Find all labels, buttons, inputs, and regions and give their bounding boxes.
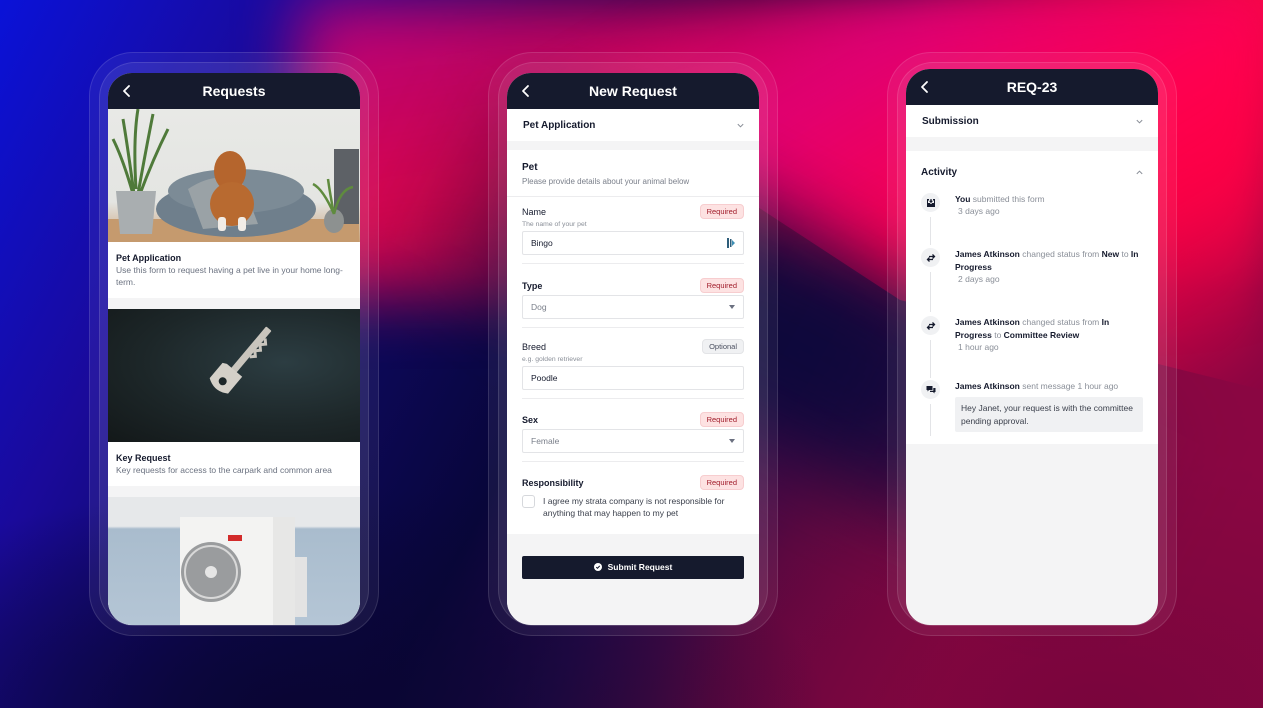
- form-type-label: Pet Application: [523, 119, 596, 131]
- chat-bubbles-icon: [921, 380, 940, 399]
- form-section-header: Pet Please provide details about your an…: [507, 150, 759, 197]
- card-title: Key Request: [116, 452, 171, 463]
- arrows-swap-icon: [921, 248, 940, 267]
- field-breed: Breed Optional e.g. golden retriever Poo…: [507, 328, 759, 399]
- select-value: Dog: [531, 302, 547, 312]
- field-sex: Sex Required Female: [507, 399, 759, 462]
- timeline-line: [930, 272, 931, 312]
- input-value: Bingo: [531, 238, 553, 248]
- caret-down-icon: [729, 439, 735, 443]
- submit-label: Submit Request: [607, 562, 673, 573]
- activity-text: James Atkinson changed status from New t…: [955, 249, 1139, 272]
- password-manager-icon[interactable]: [727, 238, 735, 248]
- field-responsibility: Responsibility Required I agree my strat…: [507, 462, 759, 534]
- phone-req-detail: REQ-23 Submission Activity You submitted…: [887, 52, 1177, 636]
- page-title: Requests: [202, 83, 266, 99]
- arrows-swap-icon: [921, 316, 940, 335]
- chevron-down-icon: [737, 123, 744, 128]
- phone-new-request: New Request Pet Application Pet Please p…: [488, 52, 778, 636]
- checkbox-label: I agree my strata company is not respons…: [543, 496, 725, 519]
- section-subtitle: Please provide details about your animal…: [522, 177, 690, 186]
- chevron-left-icon[interactable]: [519, 84, 533, 98]
- timeline-line: [930, 217, 931, 245]
- activity-item: James Atkinson sent message 1 hour ago H…: [921, 380, 1143, 436]
- activity-time: 3 days ago: [958, 205, 1000, 216]
- required-badge: Required: [699, 475, 744, 490]
- activity-time: 2 days ago: [958, 273, 1000, 284]
- activity-item: James Atkinson changed status from In Pr…: [921, 316, 1143, 380]
- activity-text: You submitted this form: [955, 194, 1045, 204]
- field-label: Type: [522, 280, 543, 291]
- new-request-screen: New Request Pet Application Pet Please p…: [507, 73, 759, 625]
- card-description: Use this form to request having a pet li…: [116, 265, 343, 287]
- top-bar: New Request: [507, 73, 759, 109]
- request-card-pet-application[interactable]: Pet Application Use this form to request…: [108, 109, 360, 298]
- submit-area: Submit Request: [507, 533, 759, 624]
- page-title: REQ-23: [1006, 79, 1058, 95]
- field-name: Name Required The name of your pet Bingo: [507, 197, 759, 264]
- inbox-download-icon: [921, 193, 940, 212]
- field-hint: The name of your pet: [522, 221, 587, 228]
- page-title: New Request: [589, 83, 677, 99]
- key-photo: [108, 308, 360, 442]
- requests-screen: Requests Pet Application Use this form t…: [108, 73, 360, 625]
- section-title: Pet: [522, 162, 538, 173]
- field-hint: e.g. golden retriever: [522, 356, 583, 363]
- field-label: Sex: [522, 414, 539, 425]
- field-label: Name: [522, 206, 547, 217]
- select-value: Female: [531, 436, 560, 446]
- air-conditioner-photo: [108, 496, 360, 625]
- request-card-air-conditioner[interactable]: [108, 496, 360, 625]
- required-badge: Required: [699, 278, 744, 293]
- optional-badge: Optional: [702, 339, 744, 354]
- chevron-up-icon: [1136, 169, 1143, 174]
- request-card-key-request[interactable]: Key Request Key requests for access to t…: [108, 308, 360, 486]
- card-title: Pet Application: [116, 253, 182, 263]
- check-circle-icon: [593, 563, 602, 572]
- activity-text: James Atkinson changed status from In Pr…: [955, 317, 1110, 340]
- card-description: Key requests for access to the carpark a…: [116, 464, 332, 475]
- required-badge: Required: [699, 204, 744, 219]
- field-label: Responsibility: [522, 477, 584, 488]
- activity-section-toggle[interactable]: Activity: [906, 151, 1158, 193]
- activity-item: You submitted this form 3 days ago: [921, 193, 1143, 248]
- top-bar: REQ-23: [906, 69, 1158, 105]
- chevron-left-icon[interactable]: [120, 84, 134, 98]
- submission-label: Submission: [922, 115, 979, 127]
- form-type-selector[interactable]: Pet Application: [507, 109, 759, 141]
- type-select[interactable]: Dog: [522, 295, 744, 319]
- required-badge: Required: [699, 412, 744, 427]
- section-gap: [906, 137, 1158, 151]
- field-type: Type Required Dog: [507, 264, 759, 328]
- submit-request-button[interactable]: Submit Request: [522, 555, 744, 579]
- timeline-line: [930, 340, 931, 378]
- input-value: Poodle: [531, 373, 558, 383]
- breed-input[interactable]: Poodle: [522, 366, 744, 390]
- message-bubble: Hey Janet, your request is with the comm…: [955, 396, 1143, 433]
- activity-item: James Atkinson changed status from New t…: [921, 248, 1143, 316]
- section-gap: [507, 141, 759, 150]
- activity-text: James Atkinson sent message 1 hour ago: [955, 381, 1119, 391]
- activity-list: You submitted this form 3 days ago James…: [906, 193, 1158, 445]
- request-detail-screen: REQ-23 Submission Activity You submitted…: [906, 69, 1158, 625]
- chevron-left-icon[interactable]: [918, 80, 932, 94]
- name-input[interactable]: Bingo: [522, 231, 744, 255]
- activity-label: Activity: [921, 166, 958, 178]
- timeline-line: [930, 404, 931, 436]
- top-bar: Requests: [108, 73, 360, 109]
- dog-on-bed-photo: [108, 109, 360, 242]
- activity-time: 1 hour ago: [958, 341, 999, 352]
- sex-select[interactable]: Female: [522, 429, 744, 453]
- pet-form: Pet Please provide details about your an…: [507, 150, 759, 534]
- submission-section-toggle[interactable]: Submission: [906, 105, 1158, 137]
- responsibility-checkbox[interactable]: [522, 495, 535, 508]
- field-label: Breed: [522, 341, 547, 352]
- chevron-down-icon: [1136, 119, 1143, 124]
- phone-requests: Requests Pet Application Use this form t…: [89, 52, 379, 636]
- caret-down-icon: [729, 305, 735, 309]
